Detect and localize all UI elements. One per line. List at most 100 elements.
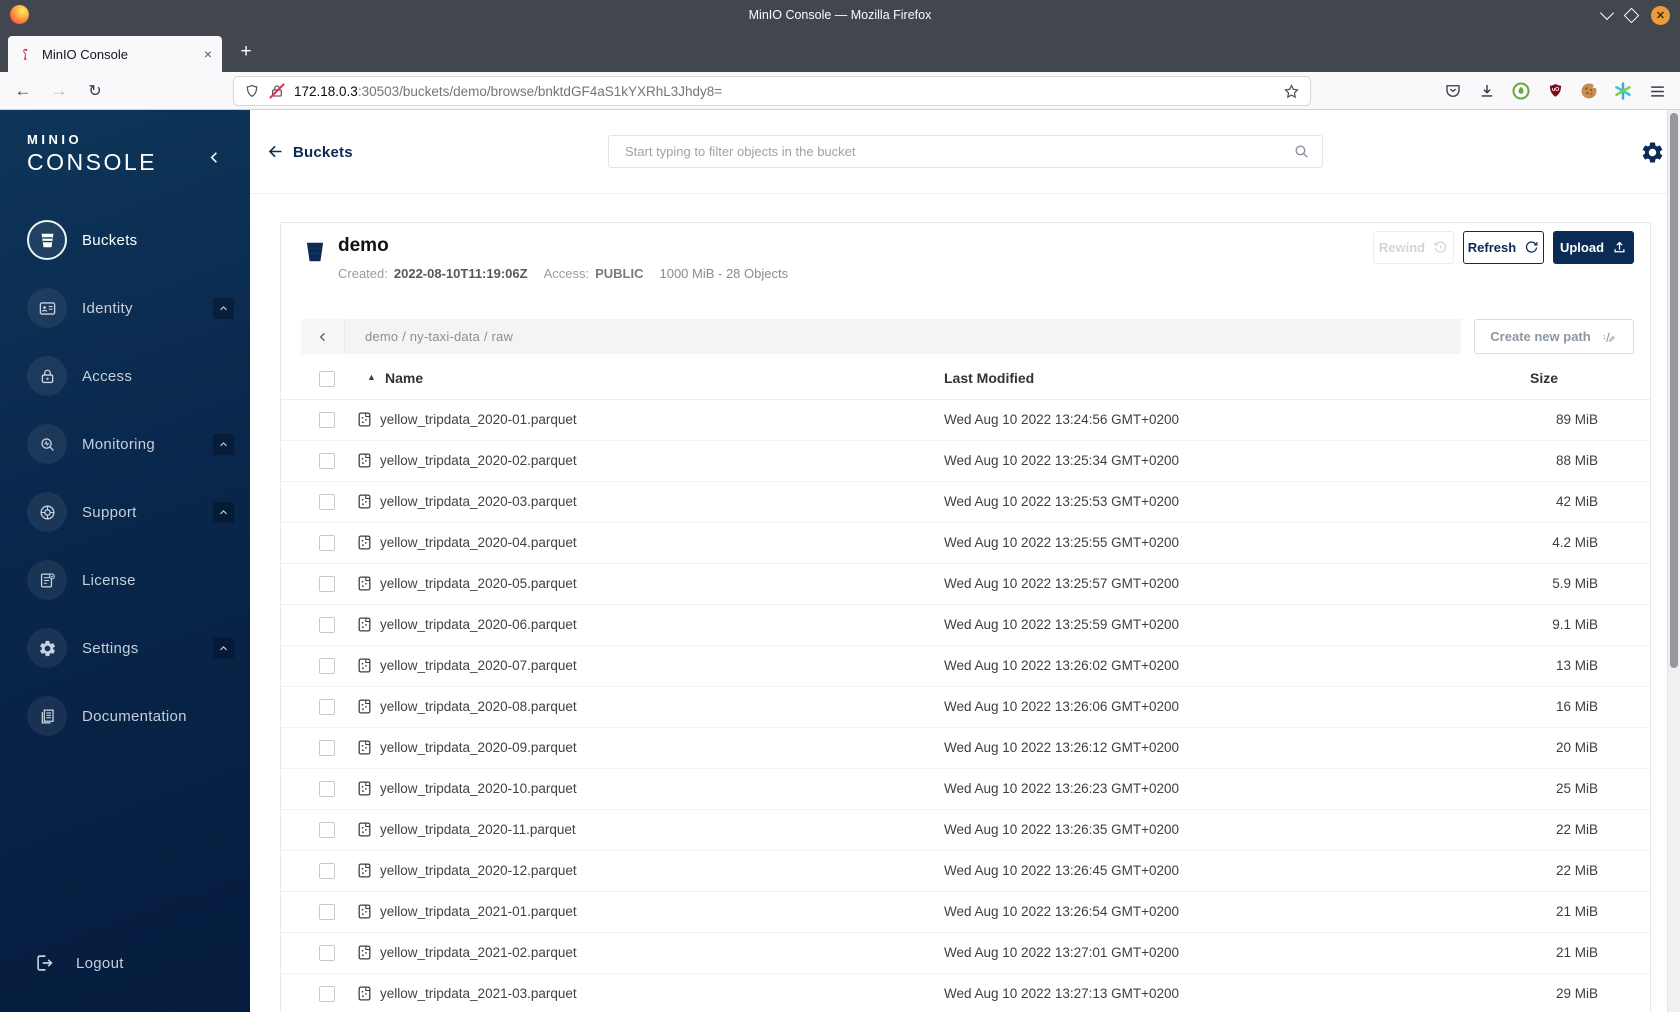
sidebar-item-access[interactable]: Access — [0, 342, 250, 410]
window-close-button[interactable]: ✕ — [1651, 5, 1670, 25]
row-checkbox[interactable] — [319, 740, 335, 756]
row-checkbox[interactable] — [319, 576, 335, 592]
chevron-up-icon[interactable] — [213, 501, 234, 523]
rewind-button[interactable]: Rewind — [1373, 231, 1454, 264]
row-checkbox[interactable] — [319, 658, 335, 674]
table-row[interactable]: yellow_tripdata_2020-09.parquet Wed Aug … — [281, 728, 1650, 769]
name-column-header[interactable]: Name — [385, 370, 423, 386]
sidebar-item-monitoring[interactable]: Monitoring — [0, 410, 250, 478]
browser-reload-button[interactable]: ↻ — [80, 77, 110, 105]
table-row[interactable]: yellow_tripdata_2021-03.parquet Wed Aug … — [281, 974, 1650, 1012]
row-checkbox[interactable] — [319, 699, 335, 715]
table-row[interactable]: yellow_tripdata_2020-11.parquet Wed Aug … — [281, 810, 1650, 851]
extension-asterisk-icon[interactable] — [1606, 77, 1640, 105]
cookie-extension-icon[interactable] — [1572, 77, 1606, 105]
object-name-cell[interactable]: yellow_tripdata_2020-06.parquet — [380, 617, 577, 632]
browser-tab-minio-console[interactable]: MinIO Console × — [8, 36, 222, 72]
table-row[interactable]: yellow_tripdata_2020-02.parquet Wed Aug … — [281, 441, 1650, 482]
sidebar-item-logout[interactable]: Logout — [34, 940, 124, 986]
table-row[interactable]: yellow_tripdata_2021-01.parquet Wed Aug … — [281, 892, 1650, 933]
address-bar[interactable]: 172.18.0.3:30503/buckets/demo/browse/bnk… — [234, 77, 1310, 105]
row-checkbox[interactable] — [319, 822, 335, 838]
browser-forward-button[interactable]: → — [44, 77, 74, 105]
row-checkbox[interactable] — [319, 617, 335, 633]
object-name-cell[interactable]: yellow_tripdata_2020-12.parquet — [380, 863, 577, 878]
table-row[interactable]: yellow_tripdata_2020-03.parquet Wed Aug … — [281, 482, 1650, 523]
table-row[interactable]: yellow_tripdata_2020-04.parquet Wed Aug … — [281, 523, 1650, 564]
sort-ascending-icon[interactable]: ▲ — [367, 372, 376, 382]
select-all-checkbox[interactable] — [319, 371, 335, 387]
page-scrollbar[interactable] — [1667, 110, 1680, 1012]
object-name-cell[interactable]: yellow_tripdata_2020-07.parquet — [380, 658, 577, 673]
insecure-lock-icon[interactable] — [269, 83, 285, 99]
row-checkbox[interactable] — [319, 781, 335, 797]
refresh-button[interactable]: Refresh — [1463, 231, 1544, 264]
table-row[interactable]: yellow_tripdata_2020-06.parquet Wed Aug … — [281, 605, 1650, 646]
table-row[interactable]: yellow_tripdata_2021-02.parquet Wed Aug … — [281, 933, 1650, 974]
object-name-cell[interactable]: yellow_tripdata_2020-02.parquet — [380, 453, 577, 468]
table-row[interactable]: yellow_tripdata_2020-07.parquet Wed Aug … — [281, 646, 1650, 687]
back-arrow-icon[interactable] — [266, 142, 285, 161]
object-name-cell[interactable]: yellow_tripdata_2020-03.parquet — [380, 494, 577, 509]
search-input[interactable] — [608, 135, 1323, 168]
window-minimize-icon[interactable] — [1599, 5, 1615, 21]
row-checkbox[interactable] — [319, 904, 335, 920]
table-row[interactable]: yellow_tripdata_2020-05.parquet Wed Aug … — [281, 564, 1650, 605]
last-modified-cell: Wed Aug 10 2022 13:27:13 GMT+0200 — [944, 986, 1180, 1001]
monitoring-icon — [38, 435, 57, 454]
last-modified-column-header[interactable]: Last Modified — [944, 370, 1034, 386]
row-checkbox[interactable] — [319, 986, 335, 1002]
url-text[interactable]: 172.18.0.3:30503/buckets/demo/browse/bnk… — [294, 84, 1274, 99]
chevron-up-icon[interactable] — [213, 433, 234, 455]
new-tab-button[interactable]: + — [232, 39, 260, 67]
table-row[interactable]: yellow_tripdata_2020-01.parquet Wed Aug … — [281, 400, 1650, 441]
sidebar-item-documentation[interactable]: Documentation — [0, 682, 250, 750]
row-checkbox[interactable] — [319, 412, 335, 428]
object-name-cell[interactable]: yellow_tripdata_2020-08.parquet — [380, 699, 577, 714]
bookmark-star-icon[interactable] — [1283, 83, 1300, 100]
access-value[interactable]: PUBLIC — [595, 266, 643, 281]
object-name-cell[interactable]: yellow_tripdata_2020-09.parquet — [380, 740, 577, 755]
create-new-path-button[interactable]: Create new path — [1474, 319, 1634, 354]
size-column-header[interactable]: Size — [1530, 370, 1558, 386]
window-maximize-icon[interactable] — [1623, 7, 1640, 23]
object-name-cell[interactable]: yellow_tripdata_2020-05.parquet — [380, 576, 577, 591]
object-name-cell[interactable]: yellow_tripdata_2020-04.parquet — [380, 535, 577, 550]
sidebar-item-support[interactable]: Support — [0, 478, 250, 546]
menu-hamburger-icon[interactable] — [1640, 77, 1674, 105]
path-back-button[interactable] — [301, 319, 345, 354]
row-checkbox[interactable] — [319, 453, 335, 469]
breadcrumb[interactable]: demo / ny-taxi-data / raw — [345, 319, 1461, 354]
sidebar-item-license[interactable]: License — [0, 546, 250, 614]
sidebar-item-buckets[interactable]: Buckets — [0, 206, 250, 274]
sidebar-item-identity[interactable]: Identity — [0, 274, 250, 342]
extension-green-circle-icon[interactable] — [1504, 77, 1538, 105]
row-checkbox[interactable] — [319, 494, 335, 510]
table-row[interactable]: yellow_tripdata_2020-08.parquet Wed Aug … — [281, 687, 1650, 728]
row-checkbox[interactable] — [319, 863, 335, 879]
pocket-icon[interactable] — [1436, 77, 1470, 105]
object-name-cell[interactable]: yellow_tripdata_2020-11.parquet — [380, 822, 576, 837]
tracking-shield-icon[interactable] — [244, 83, 260, 99]
object-name-cell[interactable]: yellow_tripdata_2021-02.parquet — [380, 945, 577, 960]
upload-button[interactable]: Upload — [1553, 231, 1634, 264]
scrollbar-thumb[interactable] — [1670, 113, 1678, 668]
table-row[interactable]: yellow_tripdata_2020-10.parquet Wed Aug … — [281, 769, 1650, 810]
ublock-origin-icon[interactable]: uO — [1538, 77, 1572, 105]
browser-back-button[interactable]: ← — [8, 77, 38, 105]
chevron-up-icon[interactable] — [213, 637, 234, 659]
row-checkbox[interactable] — [319, 945, 335, 961]
downloads-icon[interactable] — [1470, 77, 1504, 105]
object-name-cell[interactable]: yellow_tripdata_2020-01.parquet — [380, 412, 577, 427]
tab-close-icon[interactable]: × — [198, 46, 212, 62]
chevron-up-icon[interactable] — [213, 297, 234, 319]
object-name-cell[interactable]: yellow_tripdata_2020-10.parquet — [380, 781, 577, 796]
sidebar-item-settings[interactable]: Settings — [0, 614, 250, 682]
object-name-cell[interactable]: yellow_tripdata_2021-01.parquet — [380, 904, 577, 919]
row-checkbox[interactable] — [319, 535, 335, 551]
back-to-buckets-link[interactable]: Buckets — [293, 144, 353, 161]
table-row[interactable]: yellow_tripdata_2020-12.parquet Wed Aug … — [281, 851, 1650, 892]
gear-icon[interactable] — [1640, 140, 1665, 165]
sidebar-collapse-icon[interactable] — [207, 150, 222, 165]
object-name-cell[interactable]: yellow_tripdata_2021-03.parquet — [380, 986, 577, 1001]
